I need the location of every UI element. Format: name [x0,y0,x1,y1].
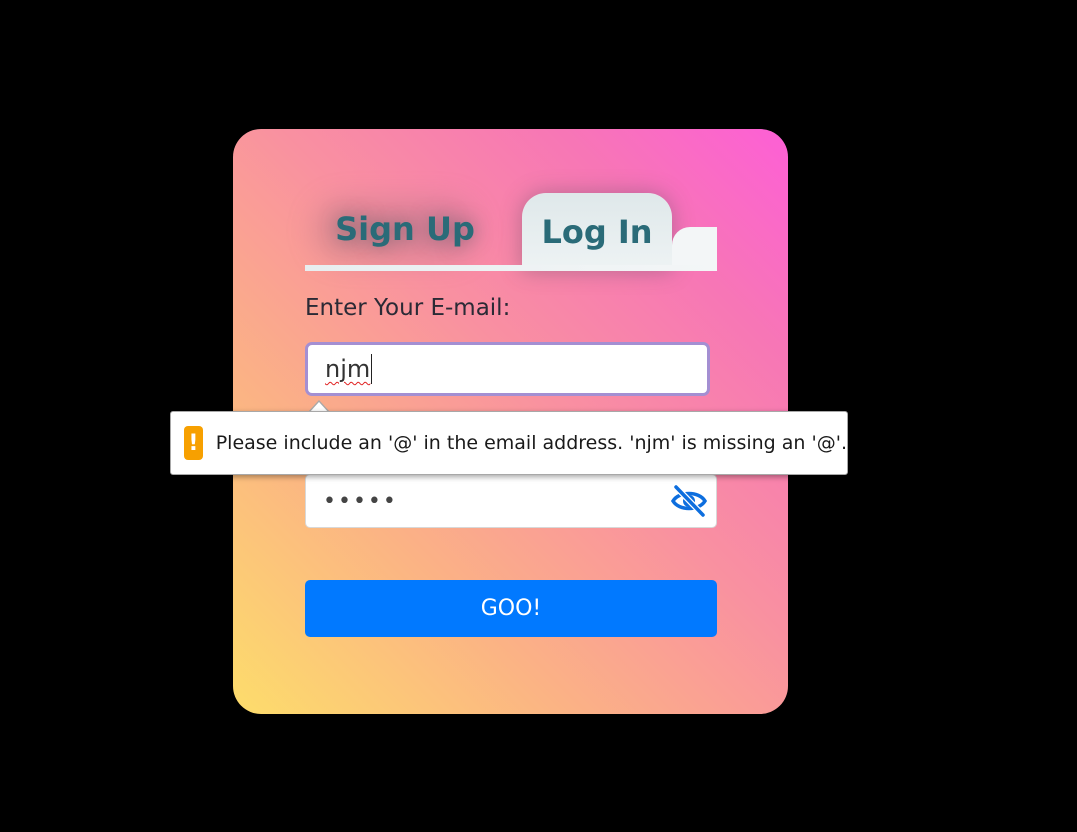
tab-underline [305,265,717,271]
tab-sign-up[interactable]: Sign Up [305,193,505,265]
tab-bar: Sign Up Log In [305,193,717,271]
submit-button[interactable]: GOO! [305,580,717,637]
text-caret [371,354,373,384]
tab-sign-up-label: Sign Up [335,210,475,248]
tab-log-in[interactable]: Log In [522,193,672,271]
password-input-value: ••••• [323,488,398,514]
email-input[interactable]: njm [305,342,710,396]
validation-tooltip: ! Please include an '@' in the email add… [170,411,848,475]
eye-slash-icon[interactable] [670,484,708,518]
tab-log-in-label: Log In [541,213,653,251]
password-input[interactable]: ••••• [305,474,717,528]
validation-message: Please include an '@' in the email addre… [215,432,847,454]
email-input-value: njm [325,355,371,383]
warning-icon: ! [184,426,203,460]
email-label: Enter Your E-mail: [305,295,511,321]
